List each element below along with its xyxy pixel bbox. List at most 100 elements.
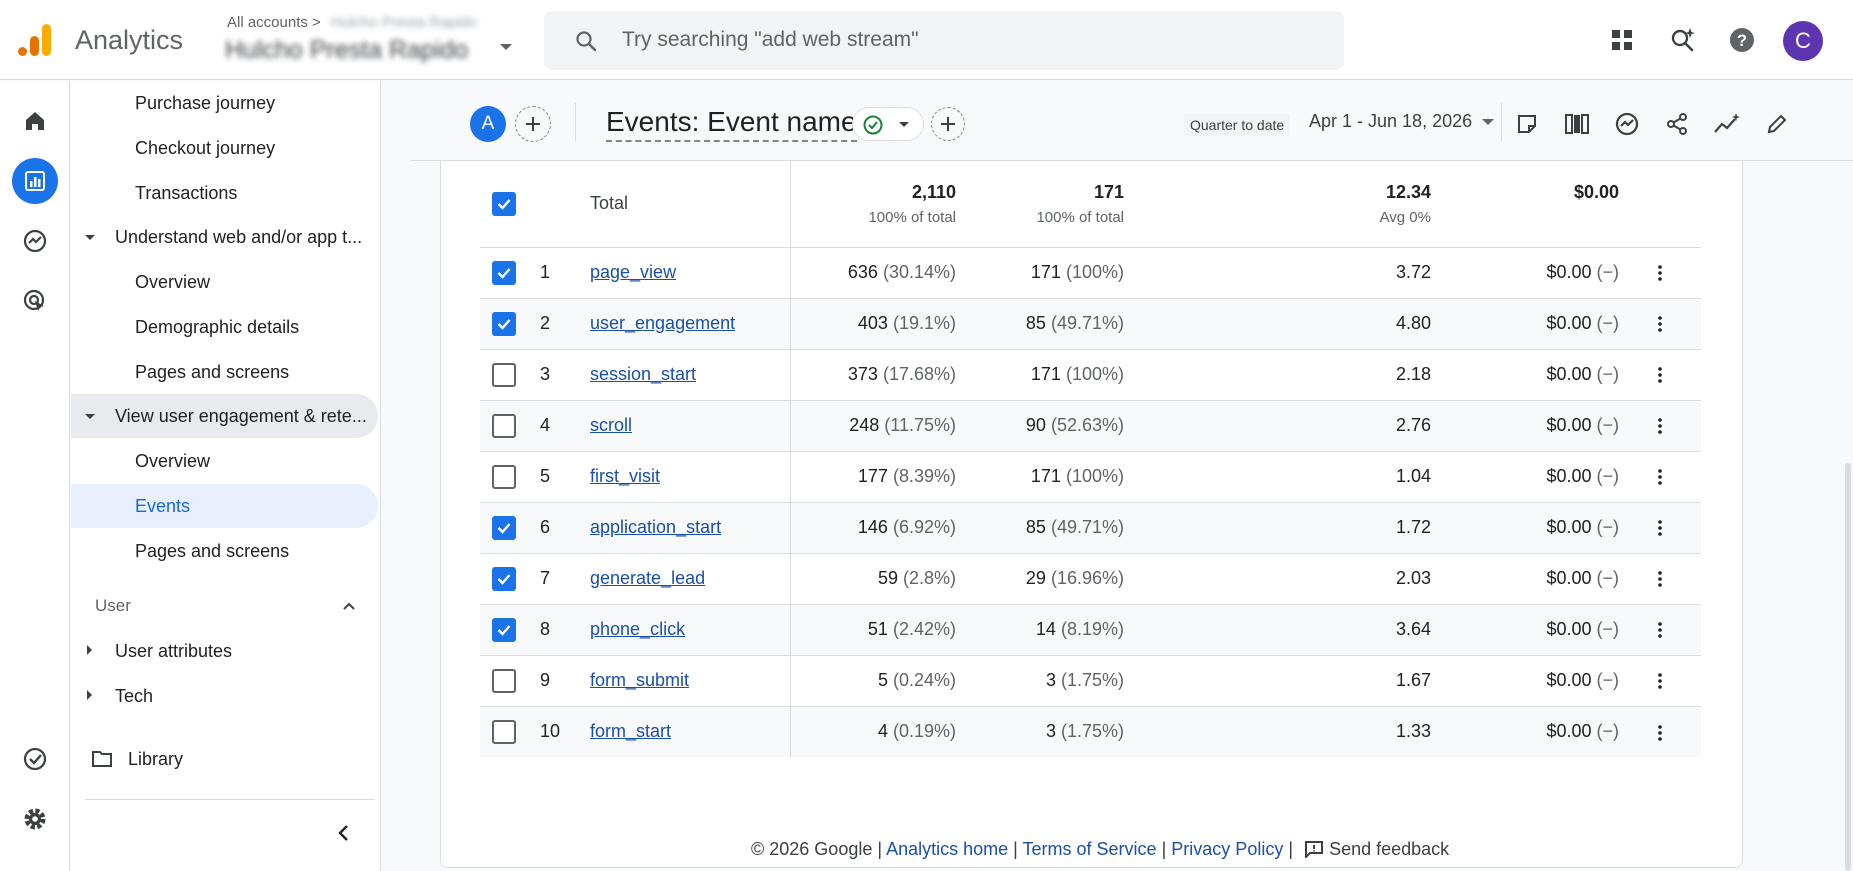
sidebar-item-library[interactable]: Library [71, 737, 378, 781]
help-icon[interactable]: ? [1724, 22, 1760, 58]
collapse-chevron-left-icon[interactable] [335, 823, 353, 843]
settings-gear-icon[interactable] [12, 796, 58, 842]
sidebar-group-understand[interactable]: Understand web and/or app t... [71, 215, 378, 259]
row-checkbox[interactable] [492, 260, 516, 285]
sidebar-item-demographic-details[interactable]: Demographic details [135, 305, 299, 349]
more-vert-icon[interactable] [1658, 673, 1662, 690]
plus-icon [526, 117, 540, 131]
more-vert-icon[interactable] [1658, 520, 1662, 537]
note-icon[interactable] [1512, 109, 1542, 139]
comparison-chip-a[interactable]: A [470, 106, 506, 142]
explore-icon[interactable] [12, 218, 58, 264]
event-name-link[interactable]: scroll [590, 415, 632, 435]
analytics-logo[interactable] [18, 22, 54, 58]
app-title: Analytics [75, 25, 184, 55]
report-title[interactable]: Events: Event name [606, 106, 857, 142]
sidebar-item-checkout-journey[interactable]: Checkout journey [135, 126, 275, 170]
admin-checklist-icon[interactable] [12, 736, 58, 782]
search-insights-icon[interactable] [1665, 22, 1701, 58]
date-dropdown-icon[interactable] [1482, 119, 1494, 125]
more-vert-icon[interactable] [1658, 316, 1662, 333]
privacy-link[interactable]: Privacy Policy [1171, 839, 1283, 859]
event-name-link[interactable]: user_engagement [590, 313, 735, 333]
sidebar-item-transactions[interactable]: Transactions [135, 171, 237, 215]
add-comparison-button[interactable] [515, 106, 551, 142]
page-scrollbar[interactable] [1845, 463, 1851, 871]
more-vert-icon[interactable] [1658, 622, 1662, 639]
sidebar-group-engagement[interactable]: View user engagement & rete... [71, 394, 378, 438]
total-users-value: 171 [1030, 262, 1061, 282]
row-checkbox[interactable] [492, 566, 516, 591]
sidebar-item-events[interactable]: Events [71, 484, 378, 528]
search-bar[interactable] [544, 11, 1344, 70]
select-all-checkbox[interactable] [492, 191, 516, 216]
table-row: 8 phone_click 51 (2.42%) 14 (8.19%) 3.64 $0.0… [480, 603, 1701, 655]
more-vert-icon[interactable] [1658, 418, 1662, 435]
account-name[interactable]: Hulcho Presta Rapido [225, 36, 468, 65]
header-divider [575, 103, 576, 141]
more-vert-icon[interactable] [1658, 265, 1662, 282]
row-checkbox[interactable] [492, 515, 516, 540]
more-vert-icon[interactable] [1658, 367, 1662, 384]
event-name-link[interactable]: generate_lead [590, 568, 705, 588]
reports-icon[interactable] [12, 158, 58, 204]
compare-columns-icon[interactable] [1562, 109, 1592, 139]
top-app-bar: Analytics All accounts > Hulcho Presta R… [0, 0, 1853, 80]
sidebar-item-purchase-journey[interactable]: Purchase journey [135, 81, 275, 125]
analytics-home-link[interactable]: Analytics home [886, 839, 1008, 859]
more-vert-icon[interactable] [1658, 571, 1662, 588]
more-vert-icon[interactable] [1658, 724, 1662, 741]
row-checkbox[interactable] [492, 668, 516, 693]
breadcrumb-all-accounts[interactable]: All accounts [227, 14, 308, 31]
more-vert-icon[interactable] [1658, 469, 1662, 486]
event-count-pct: (0.24%) [892, 670, 956, 690]
user-avatar[interactable]: C [1783, 21, 1823, 61]
row-checkbox[interactable] [492, 413, 516, 438]
event-count-pct: (6.92%) [892, 517, 956, 537]
sidebar-item-pages-and-screens[interactable]: Pages and screens [135, 350, 289, 394]
report-status-pill[interactable] [852, 107, 924, 141]
breadcrumb[interactable]: All accounts > Hulcho Presta Rapido [227, 14, 477, 31]
edit-pencil-icon[interactable] [1762, 109, 1792, 139]
apps-grid-icon[interactable] [1604, 22, 1640, 58]
row-checkbox[interactable] [492, 464, 516, 489]
chevron-up-icon[interactable] [341, 598, 357, 614]
share-icon[interactable] [1662, 109, 1692, 139]
event-name-link[interactable]: form_submit [590, 670, 689, 690]
sidebar-item-pages-and-screens[interactable]: Pages and screens [135, 529, 289, 573]
send-feedback-button[interactable]: Send feedback [1304, 839, 1449, 860]
terms-link[interactable]: Terms of Service [1023, 839, 1157, 859]
sidebar-item-overview[interactable]: Overview [135, 439, 210, 483]
search-input[interactable] [622, 23, 1322, 57]
revenue-change: (−) [1596, 670, 1620, 690]
sidebar-section-user[interactable]: User [95, 596, 131, 616]
sidebar-group-tech[interactable]: Tech [71, 674, 378, 718]
footer-separator: | [877, 839, 883, 859]
event-count-pct: (17.68%) [882, 364, 956, 384]
row-index: 2 [540, 297, 590, 349]
event-name-link[interactable]: phone_click [590, 619, 685, 639]
event-count-pct: (0.19%) [892, 721, 956, 742]
account-dropdown-icon[interactable] [500, 44, 512, 50]
home-icon[interactable] [12, 98, 58, 144]
sidebar-group-user-attributes[interactable]: User attributes [71, 629, 378, 673]
date-preset-chip[interactable]: Quarter to date [1184, 114, 1291, 136]
check-circle-icon [863, 115, 883, 135]
total-users: 171 [1093, 181, 1124, 202]
event-name-link[interactable]: form_start [590, 721, 671, 741]
sidebar-item-overview[interactable]: Overview [135, 260, 210, 304]
insights-icon[interactable] [1612, 109, 1642, 139]
row-checkbox[interactable] [492, 362, 516, 387]
event-name-link[interactable]: first_visit [590, 466, 660, 486]
row-index: 7 [540, 552, 590, 604]
row-checkbox[interactable] [492, 311, 516, 336]
event-name-link[interactable]: session_start [590, 364, 696, 384]
date-range-picker[interactable]: Apr 1 - Jun 18, 2026 [1309, 111, 1472, 132]
row-checkbox[interactable] [492, 617, 516, 642]
event-name-link[interactable]: page_view [590, 262, 676, 282]
advertising-icon[interactable] [12, 278, 58, 324]
auto-insights-icon[interactable] [1712, 109, 1742, 139]
event-name-link[interactable]: application_start [590, 517, 721, 537]
add-filter-button[interactable] [931, 107, 965, 141]
row-checkbox[interactable] [492, 719, 516, 744]
